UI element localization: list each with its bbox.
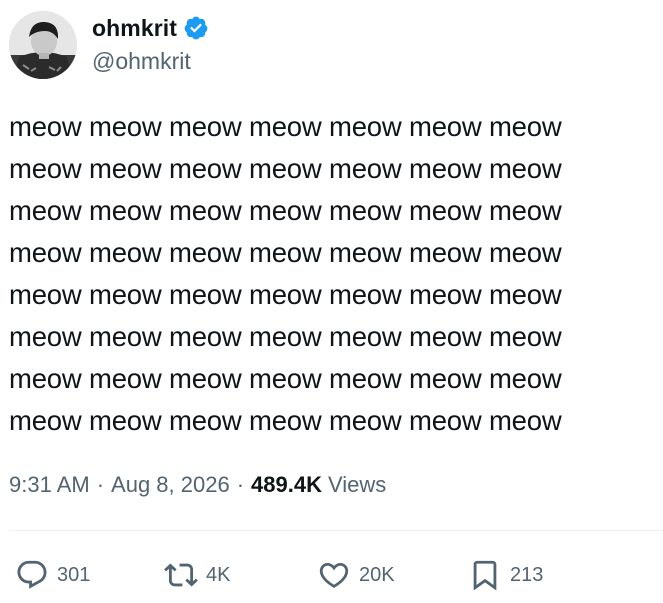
- avatar[interactable]: [9, 11, 77, 79]
- like-count: 20K: [359, 563, 395, 586]
- meta-separator: ·: [236, 472, 245, 497]
- author-name-row: ohmkrit: [92, 13, 209, 43]
- repost-count: 4K: [206, 563, 231, 586]
- author-handle[interactable]: @ohmkrit: [92, 48, 191, 75]
- display-name[interactable]: ohmkrit: [92, 15, 177, 42]
- reply-icon: [17, 560, 47, 589]
- repost-icon: [164, 563, 198, 587]
- views-count[interactable]: 489.4K: [251, 472, 322, 498]
- reply-button[interactable]: 301: [15, 553, 90, 597]
- profile-photo-icon: [9, 11, 77, 79]
- bookmark-count: 213: [510, 563, 544, 586]
- divider: [9, 530, 663, 531]
- bookmark-button[interactable]: 213: [468, 553, 543, 597]
- tweet-text: meow meow meow meow meow meow meow meow …: [9, 111, 562, 436]
- bookmark-icon: [473, 560, 497, 591]
- tweet-time[interactable]: 9:31 AM: [9, 472, 90, 498]
- repost-button[interactable]: 4K: [164, 553, 230, 597]
- verified-badge-icon: [183, 15, 209, 41]
- reply-count: 301: [57, 563, 91, 586]
- tweet-card: ohmkrit @ohmkrit meow meow meow meow meo…: [0, 0, 663, 603]
- views-label: Views: [328, 472, 387, 497]
- tweet-date[interactable]: Aug 8, 2026: [111, 472, 230, 498]
- meta-separator: ·: [96, 472, 105, 497]
- action-bar: 301 4K 20K 213: [0, 553, 663, 597]
- tweet-meta: 9:31 AM · Aug 8, 2026 · 489.4K Views: [9, 472, 386, 498]
- like-button[interactable]: 20K: [317, 553, 395, 597]
- heart-icon: [319, 562, 349, 588]
